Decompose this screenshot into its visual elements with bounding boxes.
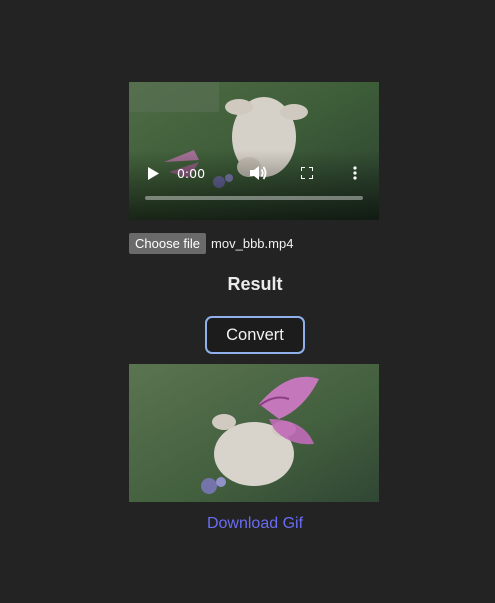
current-time: 0:00 (176, 165, 206, 181)
fullscreen-button[interactable] (299, 162, 315, 184)
result-gif (129, 364, 379, 502)
convert-button[interactable]: Convert (205, 316, 305, 354)
download-gif-link[interactable]: Download Gif (0, 515, 495, 533)
page: 0:00 Choose file mov_bbb.mp4 Result Conv… (0, 0, 495, 603)
more-options-button[interactable] (349, 162, 361, 184)
choose-file-button[interactable]: Choose file (129, 233, 207, 254)
play-icon (148, 166, 159, 180)
play-button[interactable] (145, 162, 161, 184)
video-controls: 0:00 (129, 162, 379, 184)
selected-file-name: mov_bbb.mp4 (211, 236, 294, 251)
controls-shade (129, 150, 379, 220)
more-options-icon (353, 166, 357, 180)
file-input: Choose file mov_bbb.mp4 (129, 233, 293, 254)
video-progress-bar[interactable] (145, 196, 363, 200)
volume-button[interactable] (250, 162, 268, 184)
gif-frame (129, 364, 379, 502)
video-player[interactable]: 0:00 (129, 82, 379, 220)
volume-icon (250, 166, 267, 180)
result-heading: Result (227, 274, 283, 294)
fullscreen-icon (301, 167, 313, 179)
